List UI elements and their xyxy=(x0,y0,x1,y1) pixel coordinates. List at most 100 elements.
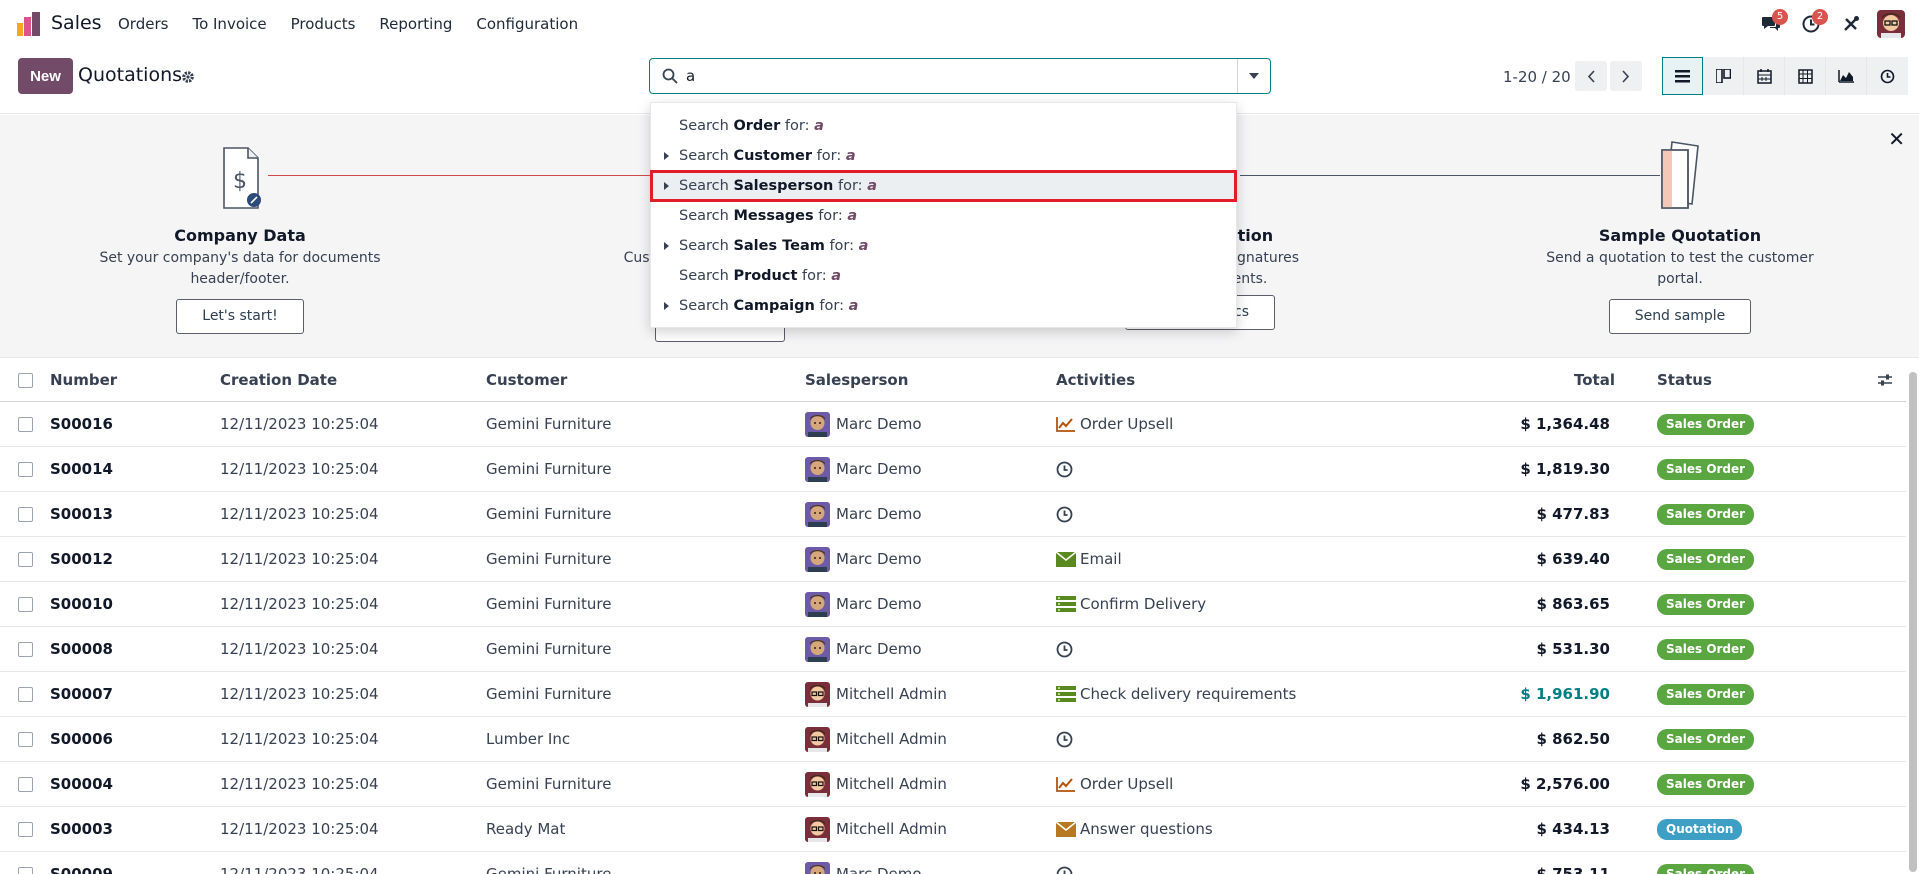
menu-orders[interactable]: Orders xyxy=(106,15,180,33)
activity-cell xyxy=(1056,717,1077,761)
kanban-view-button[interactable] xyxy=(1703,57,1744,95)
send-sample-button[interactable]: Send sample xyxy=(1608,299,1752,334)
salesperson-name: Marc Demo xyxy=(836,865,922,874)
table-row[interactable]: S00016 12/11/2023 10:25:04 Gemini Furnitur… xyxy=(0,402,1906,447)
activity-cell xyxy=(1056,447,1077,491)
expand-caret-icon[interactable] xyxy=(664,302,669,310)
row-checkbox[interactable] xyxy=(18,551,33,567)
list-view-button[interactable] xyxy=(1662,57,1703,95)
customer-name: Ready Mat xyxy=(486,820,566,838)
expand-caret-icon[interactable] xyxy=(664,152,669,160)
expand-caret-icon[interactable] xyxy=(664,182,669,190)
app-name[interactable]: Sales xyxy=(51,12,102,34)
status-badge: Sales Order xyxy=(1657,638,1755,660)
table-row[interactable]: S00003 12/11/2023 10:25:04 Ready Mat Mitche… xyxy=(0,807,1906,852)
upsell-chart-icon[interactable] xyxy=(1056,416,1076,432)
search-input[interactable] xyxy=(686,60,1226,92)
pivot-view-button[interactable] xyxy=(1785,57,1826,95)
table-row[interactable]: S00012 12/11/2023 10:25:04 Gemini Furnitur… xyxy=(0,537,1906,582)
messaging-menu[interactable]: 5 xyxy=(1751,0,1791,48)
pager-previous-button[interactable] xyxy=(1575,61,1607,91)
clock-icon[interactable] xyxy=(1056,731,1073,748)
close-icon[interactable]: ✕ xyxy=(1888,127,1905,151)
search-option-customer[interactable]: Search Customer for: a xyxy=(651,141,1236,171)
column-total[interactable]: Total xyxy=(1500,359,1615,401)
column-status[interactable]: Status xyxy=(1657,359,1712,401)
table-row[interactable]: S00009 12/11/2023 10:25:04 Gemini Furnitur… xyxy=(0,852,1906,874)
order-total: $ 531.30 xyxy=(1536,640,1610,658)
menu-configuration[interactable]: Configuration xyxy=(464,15,590,33)
todo-list-icon[interactable] xyxy=(1056,686,1076,702)
clock-icon[interactable] xyxy=(1056,506,1073,523)
table-row[interactable]: S00006 12/11/2023 10:25:04 Lumber Inc Mitch… xyxy=(0,717,1906,762)
column-activities[interactable]: Activities xyxy=(1056,359,1135,401)
search-option-sales-team[interactable]: Search Sales Team for: a xyxy=(651,231,1236,261)
row-checkbox[interactable] xyxy=(18,776,33,792)
menu-to-invoice[interactable]: To Invoice xyxy=(180,15,278,33)
row-checkbox[interactable] xyxy=(18,866,33,874)
email-icon[interactable] xyxy=(1056,551,1076,567)
messages-count-badge: 5 xyxy=(1772,9,1788,25)
activity-menu[interactable]: 2 xyxy=(1791,0,1831,48)
row-checkbox[interactable] xyxy=(18,461,33,477)
user-avatar[interactable] xyxy=(1877,10,1905,38)
onboarding-step-company-data: $ Company Data Set your company's data f… xyxy=(90,139,390,334)
upsell-chart-icon[interactable] xyxy=(1056,776,1076,792)
table-row[interactable]: S00010 12/11/2023 10:25:04 Gemini Furnitur… xyxy=(0,582,1906,627)
row-checkbox[interactable] xyxy=(18,416,33,432)
row-checkbox[interactable] xyxy=(18,731,33,747)
clock-icon[interactable] xyxy=(1056,461,1073,478)
gear-icon[interactable] xyxy=(181,70,195,84)
order-number: S00010 xyxy=(50,595,113,613)
select-all-checkbox[interactable] xyxy=(18,372,33,388)
activity-summary: Email xyxy=(1080,550,1122,568)
column-number[interactable]: Number xyxy=(50,359,117,401)
row-checkbox[interactable] xyxy=(18,686,33,702)
lets-start-button[interactable]: Let's start! xyxy=(176,299,304,334)
search-option-messages[interactable]: Search Messages for: a xyxy=(651,201,1236,231)
table-row[interactable]: S00014 12/11/2023 10:25:04 Gemini Furnitur… xyxy=(0,447,1906,492)
clock-icon xyxy=(1880,69,1895,83)
todo-list-icon[interactable] xyxy=(1056,596,1076,612)
table-row[interactable]: S00013 12/11/2023 10:25:04 Gemini Furnitur… xyxy=(0,492,1906,537)
table-row[interactable]: S00007 12/11/2023 10:25:04 Gemini Furnitur… xyxy=(0,672,1906,717)
row-checkbox[interactable] xyxy=(18,641,33,657)
expand-caret-icon[interactable] xyxy=(664,242,669,250)
row-checkbox[interactable] xyxy=(18,506,33,522)
sales-app-icon[interactable] xyxy=(16,11,42,37)
chevron-left-icon xyxy=(1587,69,1595,83)
pager-next-button[interactable] xyxy=(1610,61,1642,91)
graph-view-button[interactable] xyxy=(1826,57,1867,95)
row-checkbox[interactable] xyxy=(18,596,33,612)
search-options-toggle[interactable] xyxy=(1237,59,1270,93)
optional-columns-toggle-icon[interactable] xyxy=(1877,373,1893,387)
customer-name: Gemini Furniture xyxy=(486,505,612,523)
search-option-campaign[interactable]: Search Campaign for: a xyxy=(651,291,1236,321)
row-checkbox[interactable] xyxy=(18,821,33,837)
table-row[interactable]: S00004 12/11/2023 10:25:04 Gemini Furnitur… xyxy=(0,762,1906,807)
creation-date: 12/11/2023 10:25:04 xyxy=(220,550,379,568)
column-customer[interactable]: Customer xyxy=(486,359,567,401)
search-option-order[interactable]: Search Order for: a xyxy=(651,111,1236,141)
clock-icon[interactable] xyxy=(1056,866,1073,874)
creation-date: 12/11/2023 10:25:04 xyxy=(220,865,379,874)
column-salesperson[interactable]: Salesperson xyxy=(805,359,908,401)
column-creation-date[interactable]: Creation Date xyxy=(220,359,337,401)
status-badge: Sales Order xyxy=(1657,548,1755,570)
salesperson-avatar xyxy=(805,726,830,752)
email-warn-icon[interactable] xyxy=(1056,821,1076,837)
pager-value[interactable]: 1-20 / 20 xyxy=(1503,68,1571,86)
clock-icon[interactable] xyxy=(1056,641,1073,658)
menu-reporting[interactable]: Reporting xyxy=(367,15,464,33)
table-row[interactable]: S00008 12/11/2023 10:25:04 Gemini Furnitur… xyxy=(0,627,1906,672)
activity-view-button[interactable] xyxy=(1867,57,1908,95)
search-option-salesperson[interactable]: Search Salesperson for: a xyxy=(650,170,1237,202)
order-number: S00016 xyxy=(50,415,113,433)
step-description: Send a quotation to test the customer por… xyxy=(1546,250,1814,287)
menu-products[interactable]: Products xyxy=(279,15,368,33)
search-option-product[interactable]: Search Product for: a xyxy=(651,261,1236,291)
debug-tools-menu[interactable] xyxy=(1831,0,1871,48)
calendar-view-button[interactable] xyxy=(1744,57,1785,95)
table-scrollbar[interactable] xyxy=(1909,372,1917,872)
new-button[interactable]: New xyxy=(18,58,73,94)
